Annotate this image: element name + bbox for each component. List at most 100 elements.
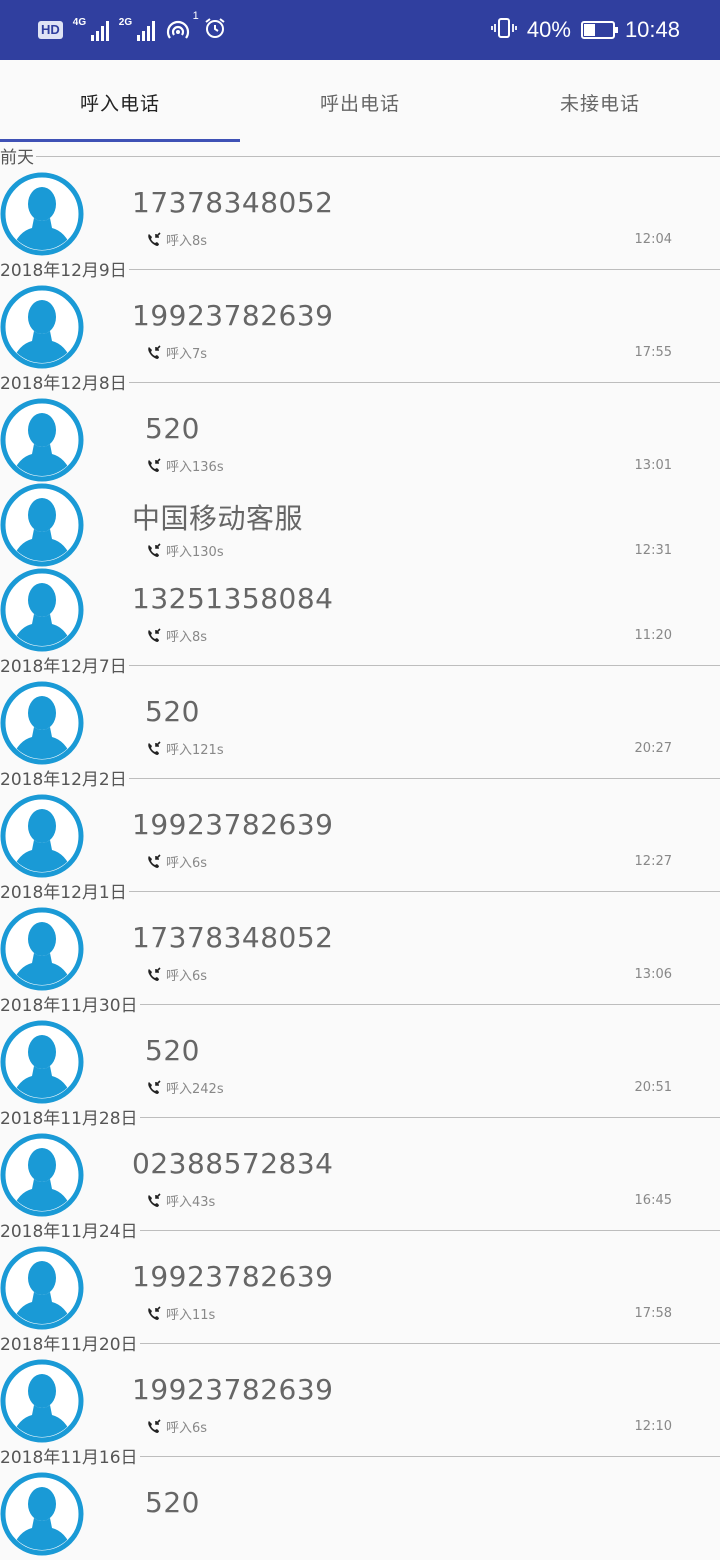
hotspot-icon: 1: [165, 10, 199, 42]
incoming-call-icon: [146, 1079, 162, 1096]
call-log-item[interactable]: 520 呼入121s 20:27: [0, 681, 720, 766]
call-meta: 呼入8s: [146, 230, 207, 249]
date-group: 2018年12月8日 520 呼入136s 13:01 中国移动客服 呼入130s 12:3…: [0, 370, 720, 653]
caller-number: 520: [145, 1034, 200, 1067]
date-header: 前天: [0, 144, 720, 172]
date-header: 2018年11月30日: [0, 992, 720, 1020]
date-group: 2018年11月16日 520: [0, 1444, 720, 1557]
caller-number: 17378348052: [132, 186, 334, 219]
call-log-item[interactable]: 520: [0, 1472, 720, 1557]
tab-bar: 呼入电话 呼出电话 未接电话: [0, 60, 720, 144]
call-duration: 呼入130s: [166, 545, 224, 560]
date-header-label: 2018年12月2日: [0, 770, 129, 790]
call-time: 13:01: [634, 458, 672, 473]
tab-outgoing-calls[interactable]: 呼出电话: [240, 60, 480, 144]
date-header-label: 2018年11月24日: [0, 1222, 140, 1242]
incoming-call-icon: [146, 740, 162, 757]
avatar: [0, 1020, 84, 1104]
caller-number: 520: [145, 1486, 200, 1519]
call-duration: 呼入8s: [166, 630, 208, 645]
incoming-call-icon: [146, 1418, 162, 1435]
date-header: 2018年12月7日: [0, 653, 720, 681]
date-header-label: 前天: [0, 148, 36, 168]
call-time: 13:06: [634, 967, 672, 982]
incoming-call-icon: [146, 966, 162, 983]
call-duration: 呼入6s: [166, 1421, 208, 1436]
date-group: 2018年12月9日 19923782639 呼入7s 17:55: [0, 257, 720, 370]
call-duration: 呼入8s: [166, 234, 208, 249]
call-log-item[interactable]: 520 呼入136s 13:01: [0, 398, 720, 483]
call-log-item[interactable]: 19923782639 呼入6s 12:27: [0, 794, 720, 879]
avatar: [0, 483, 84, 567]
call-time: 20:27: [634, 741, 672, 756]
caller-number: 19923782639: [132, 1260, 334, 1293]
tab-indicator: [0, 139, 240, 142]
call-log-item[interactable]: 17378348052 呼入8s 12:04: [0, 172, 720, 257]
call-meta: 呼入121s: [146, 739, 224, 758]
call-duration: 呼入43s: [166, 1195, 216, 1210]
date-group: 前天 17378348052 呼入8s 12:04: [0, 144, 720, 257]
date-group: 2018年12月7日 520 呼入121s 20:27: [0, 653, 720, 766]
call-meta: 呼入7s: [146, 343, 207, 362]
caller-number: 13251358084: [132, 582, 334, 615]
incoming-call-icon: [146, 1192, 162, 1209]
call-log-item[interactable]: 19923782639 呼入7s 17:55: [0, 285, 720, 370]
call-duration: 呼入242s: [166, 1082, 224, 1097]
avatar: [0, 1246, 84, 1330]
avatar: [0, 398, 84, 482]
call-meta: 呼入6s: [146, 1417, 207, 1436]
date-group: 2018年11月20日 19923782639 呼入6s 12:10: [0, 1331, 720, 1444]
call-meta: 呼入6s: [146, 852, 207, 871]
call-log-item[interactable]: 19923782639 呼入6s 12:10: [0, 1359, 720, 1444]
incoming-call-icon: [146, 1305, 162, 1322]
signal-icon-2: 2G: [119, 17, 155, 41]
call-duration: 呼入121s: [166, 743, 224, 758]
call-time: 12:04: [634, 232, 672, 247]
date-header: 2018年11月20日: [0, 1331, 720, 1359]
call-time: 16:45: [634, 1193, 672, 1208]
call-log-item[interactable]: 中国移动客服呼入130s 12:31: [0, 483, 720, 568]
avatar: [0, 907, 84, 991]
call-time: 20:51: [634, 1080, 672, 1095]
call-meta: 呼入11s: [146, 1304, 215, 1323]
date-header: 2018年12月8日: [0, 370, 720, 398]
date-header: 2018年11月28日: [0, 1105, 720, 1133]
date-group: 2018年12月1日 17378348052 呼入6s 13:06: [0, 879, 720, 992]
tab-missed-calls[interactable]: 未接电话: [480, 60, 720, 144]
call-log-item[interactable]: 02388572834 呼入43s 16:45: [0, 1133, 720, 1218]
call-log-list[interactable]: 前天 17378348052 呼入8s 12:04 2018年12月9日 19923782…: [0, 144, 720, 1557]
call-duration: 呼入11s: [166, 1308, 216, 1323]
call-time: 11:20: [634, 628, 672, 643]
status-bar-left: HD 4G 2G 1: [38, 10, 227, 45]
status-bar: HD 4G 2G 1 40% 10:48: [0, 0, 720, 60]
date-header-label: 2018年11月28日: [0, 1109, 140, 1129]
date-header-label: 2018年12月1日: [0, 883, 129, 903]
avatar: [0, 681, 84, 765]
vibrate-icon: [490, 16, 517, 45]
call-meta: 呼入6s: [146, 965, 207, 984]
incoming-call-icon: [146, 627, 162, 644]
incoming-call-icon: [146, 457, 162, 474]
call-log-item[interactable]: 520 呼入242s 20:51: [0, 1020, 720, 1105]
avatar: [0, 794, 84, 878]
date-header-label: 2018年11月30日: [0, 996, 140, 1016]
caller-number: 中国移动客服: [132, 502, 304, 535]
date-header: 2018年12月1日: [0, 879, 720, 907]
call-meta: 呼入130s: [146, 541, 224, 560]
incoming-call-icon: [146, 853, 162, 870]
date-header: 2018年11月16日: [0, 1444, 720, 1472]
call-meta: 呼入43s: [146, 1191, 215, 1210]
call-log-item[interactable]: 17378348052 呼入6s 13:06: [0, 907, 720, 992]
call-log-item[interactable]: 13251358084 呼入8s 11:20: [0, 568, 720, 653]
call-meta: 呼入136s: [146, 456, 224, 475]
date-header-label: 2018年12月9日: [0, 261, 129, 281]
date-header-label: 2018年11月20日: [0, 1335, 140, 1355]
caller-number: 19923782639: [132, 808, 334, 841]
call-duration: 呼入7s: [166, 347, 208, 362]
tab-incoming-calls[interactable]: 呼入电话: [0, 60, 240, 144]
date-header: 2018年12月9日: [0, 257, 720, 285]
call-time: 12:31: [634, 543, 672, 558]
call-log-item[interactable]: 19923782639 呼入11s 17:58: [0, 1246, 720, 1331]
date-group: 2018年12月2日 19923782639 呼入6s 12:27: [0, 766, 720, 879]
call-duration: 呼入6s: [166, 969, 208, 984]
